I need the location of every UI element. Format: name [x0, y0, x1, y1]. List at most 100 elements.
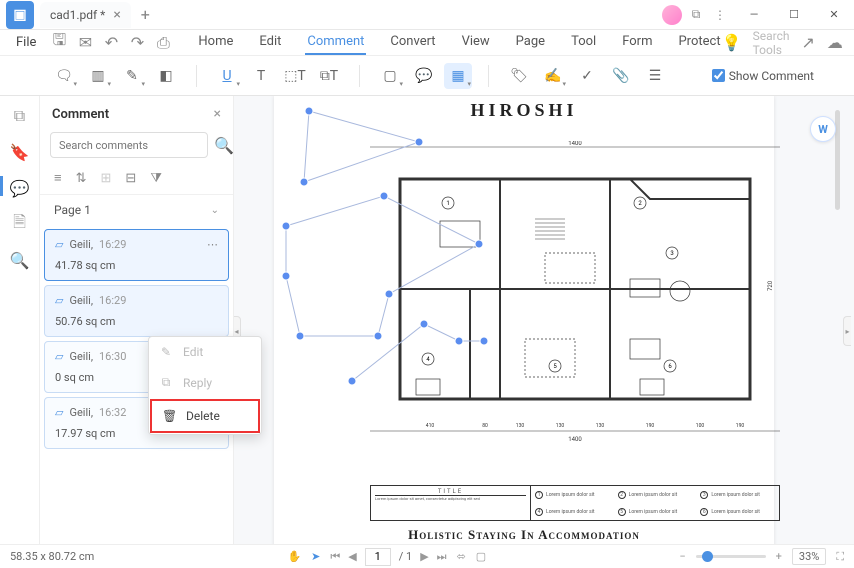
tab-comment[interactable]: Comment — [305, 30, 366, 55]
approve-button[interactable]: ✓ — [573, 63, 601, 89]
ctx-delete[interactable]: 🗑 Delete — [150, 399, 260, 433]
prev-page-icon[interactable]: ◀ — [348, 550, 356, 563]
zoom-in-icon[interactable]: + — [776, 550, 782, 563]
tab-tool[interactable]: Tool — [569, 30, 598, 55]
first-page-icon[interactable]: ⏮ — [330, 550, 340, 564]
svg-text:5: 5 — [553, 363, 557, 370]
show-comment-checkbox[interactable] — [712, 69, 725, 82]
file-menu[interactable]: File — [10, 35, 42, 50]
collapse-all-icon[interactable]: ⊟ — [125, 171, 136, 186]
stamp-button[interactable]: 🏷 — [505, 63, 533, 89]
search-comments-input[interactable] — [50, 132, 208, 158]
comment-card[interactable]: ▱ Geili, 16:29 ⋯ 41.78 sq cm — [44, 229, 229, 281]
tab-edit[interactable]: Edit — [257, 30, 283, 55]
undo-icon[interactable]: ↶ — [102, 34, 120, 52]
page-number-input[interactable] — [365, 548, 391, 566]
share-icon[interactable]: ⧉ — [686, 5, 706, 25]
tab-view[interactable]: View — [460, 30, 492, 55]
save-icon[interactable]: 🖫 — [50, 34, 68, 52]
tab-page[interactable]: Page — [514, 30, 547, 55]
new-tab-button[interactable]: + — [141, 5, 150, 24]
speech-button[interactable]: 💬 — [410, 63, 438, 89]
tab-protect[interactable]: Protect — [676, 30, 722, 55]
tab-title: cad1.pdf * — [50, 8, 105, 22]
kebab-menu-icon[interactable]: ⋮ — [710, 5, 730, 25]
zoom-slider[interactable] — [696, 555, 766, 558]
maximize-button[interactable]: ☐ — [774, 0, 814, 30]
legend-box: TITLE Lorem ipsum dolor sit amet, consec… — [370, 485, 780, 521]
tab-close-icon[interactable]: × — [113, 7, 120, 23]
comment-time: 16:30 — [99, 350, 126, 363]
attachments-rail-icon[interactable]: 🗎 — [10, 214, 30, 234]
thumbnails-icon[interactable]: ⧉ — [10, 106, 30, 126]
open-external-icon[interactable]: ↗ — [801, 33, 814, 52]
word-export-badge[interactable]: W — [810, 116, 836, 142]
svg-text:6: 6 — [668, 363, 672, 370]
note-tool-button[interactable]: 🗨 — [50, 63, 78, 89]
bookmarks-icon[interactable]: 🔖 — [10, 142, 30, 162]
status-bar: 58.35 x 80.72 cm ✋ ➤ ⏮ ◀ / 1 ▶ ⏭ ⬄ ▢ − +… — [0, 544, 854, 568]
eraser-tool-button[interactable]: ◧ — [152, 63, 180, 89]
zoom-value[interactable]: 33% — [792, 548, 826, 565]
sort-az-icon[interactable]: ⇅ — [76, 171, 87, 186]
cloud-icon[interactable]: ☁ — [827, 33, 843, 52]
search-rail-icon[interactable]: 🔍 — [10, 250, 30, 270]
callout-button[interactable]: ⧉T — [315, 63, 343, 89]
panel-close-icon[interactable]: × — [214, 106, 221, 122]
fit-page-icon[interactable]: ▢ — [476, 550, 486, 563]
tab-home[interactable]: Home — [196, 30, 235, 55]
shape-button[interactable]: ▢ — [376, 63, 404, 89]
comments-rail-icon[interactable]: 💬 — [10, 178, 30, 198]
search-icon[interactable]: 🔍 — [214, 136, 234, 155]
fullscreen-icon[interactable]: ⛶ — [836, 550, 844, 564]
filter-icon[interactable]: ⧩ — [150, 171, 162, 186]
svg-text:410: 410 — [426, 423, 435, 429]
mail-icon[interactable]: ✉ — [76, 34, 94, 52]
pencil-tool-button[interactable]: ✎ — [118, 63, 146, 89]
tab-form[interactable]: Form — [620, 30, 654, 55]
svg-text:720: 720 — [767, 280, 774, 291]
redo-icon[interactable]: ↷ — [128, 34, 146, 52]
signature-button[interactable]: ✍ — [539, 63, 567, 89]
document-canvas[interactable]: ◂ ▸ W HIROSHI 1400 — [234, 96, 854, 544]
sort-icon[interactable]: ≡ — [54, 170, 62, 186]
text-button[interactable]: T — [247, 63, 275, 89]
attachment-button[interactable]: 📎 — [607, 63, 635, 89]
textbox-button[interactable]: ⬚T — [281, 63, 309, 89]
zoom-out-icon[interactable]: − — [679, 550, 685, 563]
comment-time: 16:32 — [99, 406, 126, 419]
menu-bar: File 🖫 ✉ ↶ ↷ ⎙ Home Edit Comment Convert… — [0, 30, 854, 56]
collapse-right-handle[interactable]: ▸ — [843, 316, 851, 346]
vertical-scrollbar[interactable] — [835, 110, 840, 210]
comment-author: Geili, — [69, 238, 93, 251]
expand-all-icon[interactable]: ⊞ — [101, 171, 112, 186]
zoom-controls: − + 33% ⛶ — [679, 548, 844, 565]
select-tool-icon[interactable]: ➤ — [311, 550, 320, 563]
search-tools-placeholder[interactable]: Search Tools — [753, 29, 790, 57]
document-tab[interactable]: cad1.pdf * × — [40, 2, 131, 28]
page-section-header[interactable]: Page 1 ⌄ — [40, 194, 233, 225]
underline-button[interactable]: U — [213, 63, 241, 89]
zoom-thumb[interactable] — [702, 551, 713, 562]
separator — [359, 65, 360, 87]
ctx-edit-label: Edit — [183, 345, 203, 359]
bulb-icon[interactable]: 💡 — [723, 34, 741, 52]
last-page-icon[interactable]: ⏭ — [437, 550, 447, 564]
measure-button[interactable]: ▦ — [444, 63, 472, 89]
show-comment-toggle[interactable]: Show Comment — [712, 69, 814, 83]
close-window-button[interactable]: ✕ — [814, 0, 854, 30]
hand-tool-icon[interactable]: ✋ — [287, 550, 301, 563]
highlight-tool-button[interactable]: ▥ — [84, 63, 112, 89]
print-icon[interactable]: ⎙ — [154, 34, 172, 52]
user-avatar-icon[interactable] — [662, 5, 682, 25]
next-page-icon[interactable]: ▶ — [420, 550, 428, 563]
svg-text:190: 190 — [736, 423, 745, 429]
list-button[interactable]: ☰ — [641, 63, 669, 89]
tab-convert[interactable]: Convert — [388, 30, 437, 55]
comment-author: Geili, — [69, 294, 93, 307]
fit-width-icon[interactable]: ⬄ — [457, 550, 466, 563]
comment-card[interactable]: ▱ Geili, 16:29 50.76 sq cm — [44, 285, 229, 337]
comment-author: Geili, — [69, 406, 93, 419]
more-icon[interactable]: ⋯ — [207, 238, 218, 251]
minimize-button[interactable]: — — [734, 0, 774, 30]
